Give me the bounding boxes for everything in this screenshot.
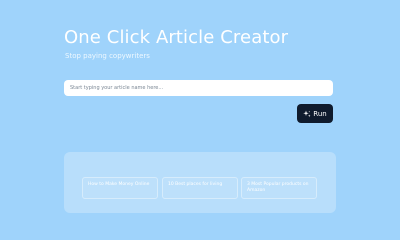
page-subtitle: Stop paying copywriters: [65, 52, 150, 60]
sparkle-icon: [303, 110, 311, 118]
page: One Click Article Creator Stop paying co…: [0, 0, 400, 225]
suggestion-card[interactable]: 3 Most Popular products on Amazon: [241, 177, 317, 199]
run-button-label: Run: [313, 109, 327, 118]
suggestion-card[interactable]: How to Make Money Online: [82, 177, 158, 199]
run-button[interactable]: Run: [297, 104, 333, 123]
article-name-input[interactable]: [64, 80, 333, 96]
page-title: One Click Article Creator: [64, 27, 289, 48]
suggestion-card[interactable]: 10 Best places for living: [162, 177, 238, 199]
suggestions-panel: How to Make Money Online 10 Best places …: [64, 152, 336, 213]
